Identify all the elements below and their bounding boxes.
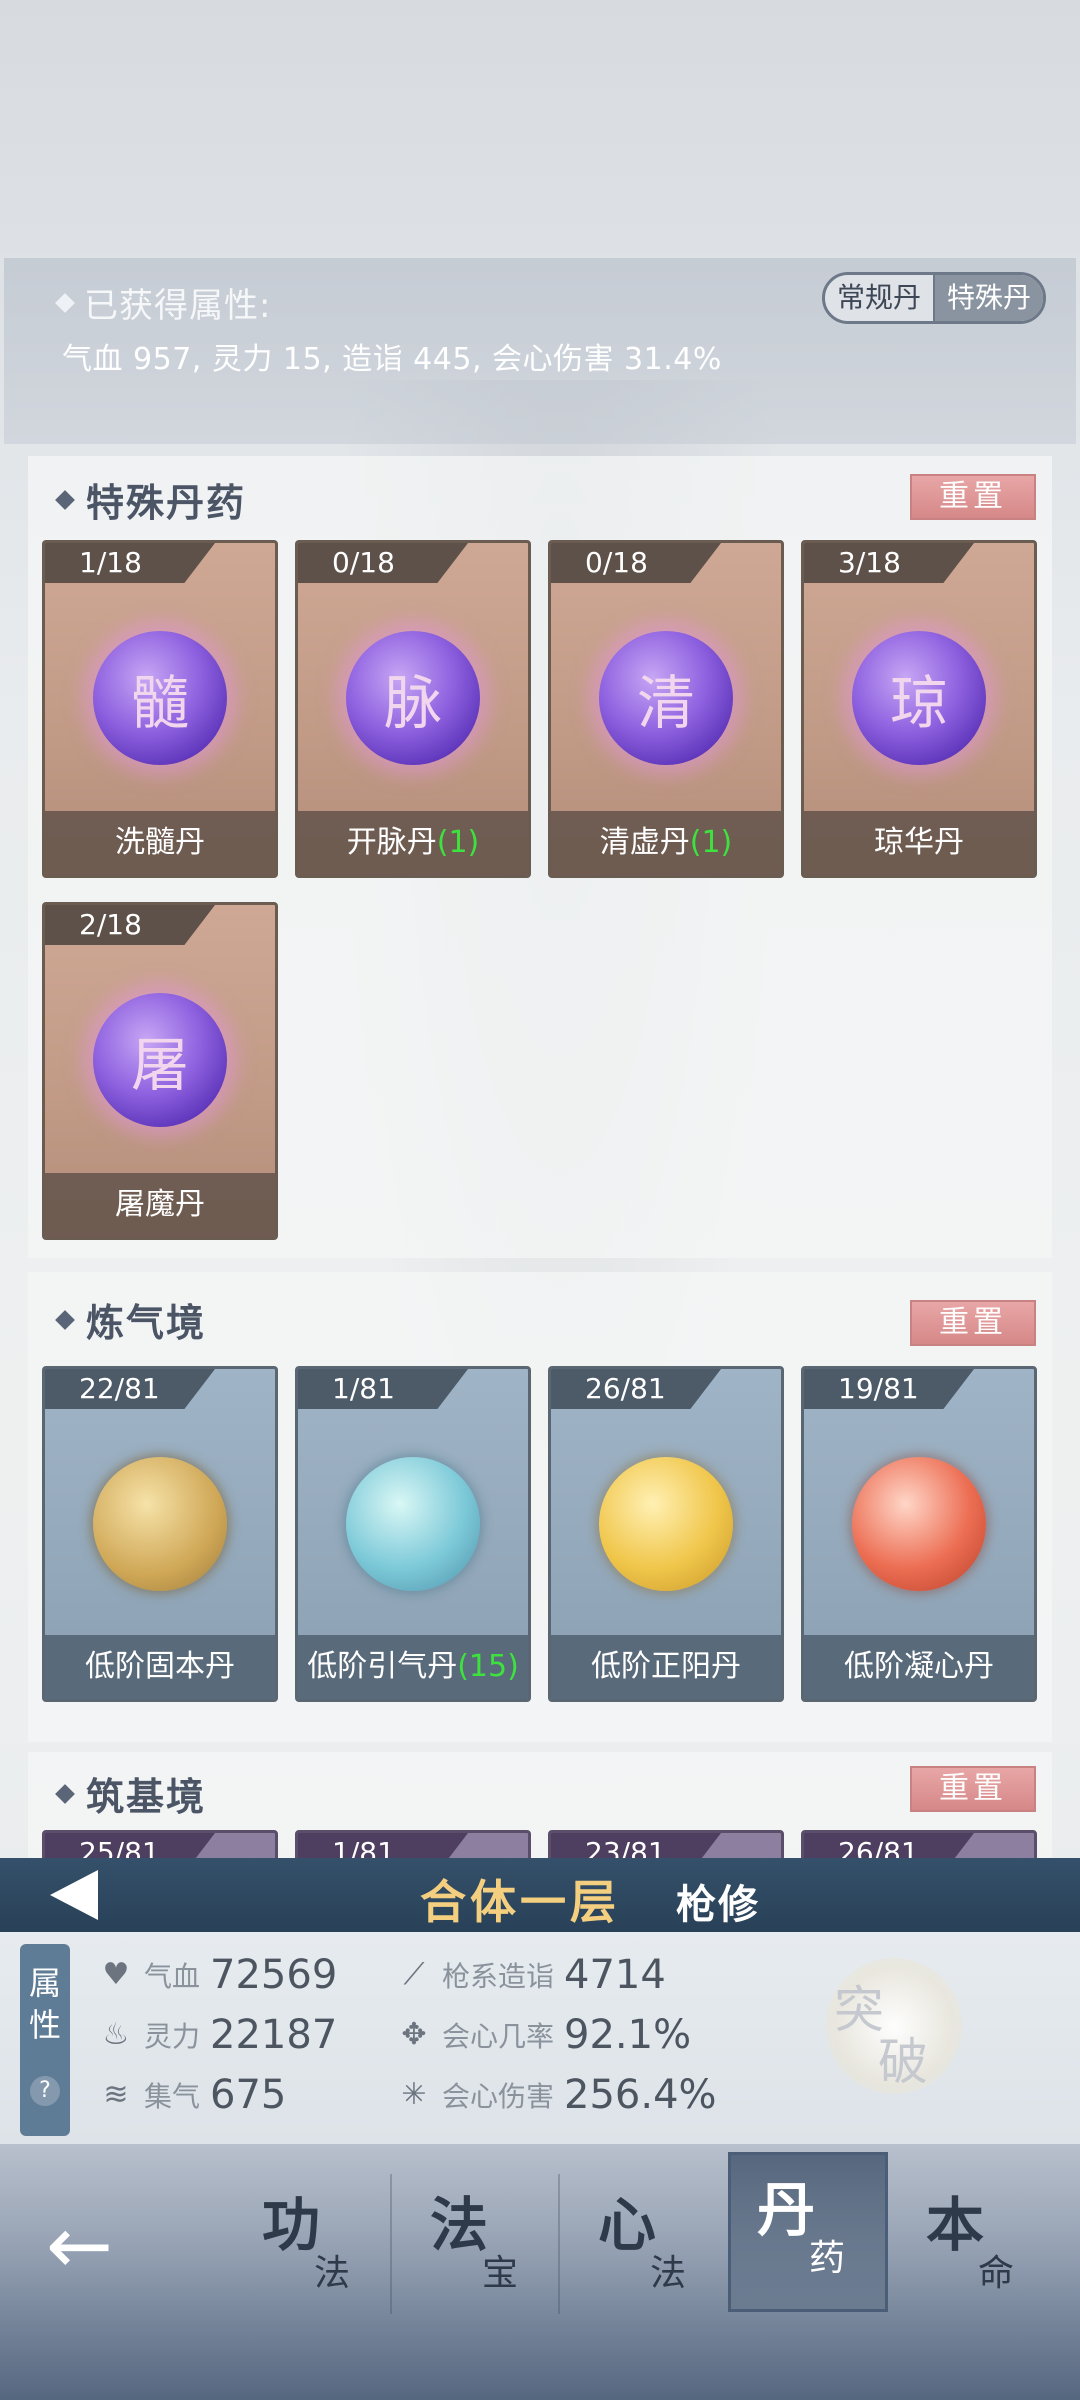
pill-count: 1/81 bbox=[298, 1369, 468, 1409]
reset-button[interactable]: 重置 bbox=[910, 474, 1036, 520]
pill-count: 19/81 bbox=[804, 1369, 974, 1409]
reset-button[interactable]: 重置 bbox=[910, 1300, 1036, 1346]
pill-count: 26/81 bbox=[551, 1369, 721, 1409]
stat-hp: ♥ 气血 72569 bbox=[98, 1952, 338, 1998]
diamond-icon bbox=[55, 489, 75, 510]
qi-refining-section: 炼气境 重置 22/81 低阶固本丹 1/81 低阶引气丹(15) 26/81 … bbox=[28, 1272, 1052, 1742]
obtained-attributes-text: 气血 957, 灵力 15, 造诣 445, 会心伤害 31.4% bbox=[62, 342, 722, 377]
nav-separator bbox=[558, 2174, 560, 2314]
special-pills-section: 特殊丹药 重置 1/18 髓 洗髓丹 0/18 脉 开脉丹(1) 0/18 清 … bbox=[28, 456, 1052, 1258]
obtained-attributes-panel: 已获得属性: 气血 957, 灵力 15, 造诣 445, 会心伤害 31.4%… bbox=[4, 258, 1076, 444]
pill-name: 低阶引气丹(15) bbox=[298, 1635, 528, 1699]
pill-card[interactable]: 26/81 低阶正阳丹 bbox=[548, 1366, 784, 1702]
pill-name: 洗髓丹 bbox=[45, 811, 275, 875]
swirl-icon: ≋ bbox=[103, 2077, 129, 2112]
pill-orb-icon: 脉 bbox=[346, 631, 480, 765]
stat-crit-rate: ✥ 会心几率 92.1% bbox=[396, 2012, 691, 2058]
obtained-label: 已获得属性: bbox=[84, 286, 272, 326]
pill-orb-icon bbox=[852, 1457, 986, 1591]
foundation-section: 筑基境 重置 25/81 1/81 23/81 26/81 bbox=[28, 1752, 1052, 1858]
pill-card[interactable]: 3/18 琼 琼华丹 bbox=[801, 540, 1037, 878]
diamond-icon bbox=[55, 1309, 75, 1330]
pill-orb-icon: 清 bbox=[599, 631, 733, 765]
pill-orb-icon bbox=[93, 1457, 227, 1591]
pill-card[interactable]: 0/18 清 清虚丹(1) bbox=[548, 540, 784, 878]
nav-tab-treasures[interactable]: 法 宝 bbox=[404, 2170, 564, 2330]
back-arrow-icon[interactable]: ← bbox=[46, 2206, 113, 2286]
pill-count: 26/81 bbox=[804, 1833, 974, 1858]
pill-card[interactable]: 1/81 bbox=[295, 1830, 531, 1858]
toggle-special-pill[interactable]: 特殊丹 bbox=[932, 275, 1043, 321]
help-icon[interactable]: ? bbox=[30, 2076, 60, 2106]
pill-name: 琼华丹 bbox=[804, 811, 1034, 875]
reset-button[interactable]: 重置 bbox=[910, 1766, 1036, 1812]
diamond-icon bbox=[55, 292, 75, 313]
pill-name: 清虚丹(1) bbox=[551, 811, 781, 875]
pill-card[interactable]: 1/81 低阶引气丹(15) bbox=[295, 1366, 531, 1702]
nav-tab-destiny[interactable]: 本 命 bbox=[900, 2170, 1060, 2330]
pill-orb-icon: 髓 bbox=[93, 631, 227, 765]
crit-rate-icon: ✥ bbox=[401, 2017, 427, 2052]
realm-subtitle: 枪修 bbox=[676, 1882, 760, 1928]
pill-orb-icon: 琼 bbox=[852, 631, 986, 765]
pill-name: 低阶凝心丹 bbox=[804, 1635, 1034, 1699]
pill-card[interactable]: 19/81 低阶凝心丹 bbox=[801, 1366, 1037, 1702]
pill-card[interactable]: 25/81 bbox=[42, 1830, 278, 1858]
obtained-attributes-heading: 已获得属性: bbox=[55, 278, 272, 327]
pill-count: 25/81 bbox=[45, 1833, 215, 1858]
burst-icon: ✳ bbox=[401, 2077, 427, 2112]
section-title: 筑基境 bbox=[55, 1766, 206, 1821]
diamond-icon bbox=[55, 1783, 75, 1804]
nav-tab-skills[interactable]: 功 法 bbox=[236, 2170, 396, 2330]
breakthrough-button[interactable]: 突 破 bbox=[826, 1958, 962, 2094]
spear-icon: ⟋ bbox=[403, 1957, 425, 1992]
pill-name: 开脉丹(1) bbox=[298, 811, 528, 875]
pill-type-toggle: 常规丹 特殊丹 bbox=[821, 272, 1046, 324]
pill-name: 低阶固本丹 bbox=[45, 1635, 275, 1699]
pill-card[interactable]: 0/18 脉 开脉丹(1) bbox=[295, 540, 531, 878]
realm-title: 合体一层 bbox=[420, 1875, 620, 1929]
pill-name: 低阶正阳丹 bbox=[551, 1635, 781, 1699]
realm-bar: 合体一层 枪修 bbox=[0, 1858, 1080, 1932]
toggle-regular-pill[interactable]: 常规丹 bbox=[825, 275, 933, 321]
pill-card[interactable]: 22/81 低阶固本丹 bbox=[42, 1366, 278, 1702]
stat-spear-mastery: ⟋ 枪系造诣 4714 bbox=[396, 1952, 666, 1998]
pill-count: 3/18 bbox=[804, 543, 974, 583]
nav-tab-mind[interactable]: 心 法 bbox=[572, 2170, 732, 2330]
pill-count: 1/18 bbox=[45, 543, 215, 583]
section-title: 特殊丹药 bbox=[55, 472, 246, 527]
pill-card[interactable]: 26/81 bbox=[801, 1830, 1037, 1858]
pill-card[interactable]: 23/81 bbox=[548, 1830, 784, 1858]
stat-qi: ≋ 集气 675 bbox=[98, 2072, 286, 2118]
pill-orb-icon: 屠 bbox=[93, 993, 227, 1127]
heart-icon: ♥ bbox=[102, 1957, 130, 1992]
attributes-tab[interactable]: 属 性 ? bbox=[20, 1944, 70, 2136]
back-triangle-icon[interactable] bbox=[50, 1870, 98, 1920]
pill-count: 2/18 bbox=[45, 905, 215, 945]
stat-mana: ♨ 灵力 22187 bbox=[98, 2012, 338, 2058]
pill-orb-icon bbox=[346, 1457, 480, 1591]
pill-card[interactable]: 1/18 髓 洗髓丹 bbox=[42, 540, 278, 878]
pill-name: 屠魔丹 bbox=[45, 1173, 275, 1237]
stat-crit-damage: ✳ 会心伤害 256.4% bbox=[396, 2072, 716, 2118]
pill-count: 23/81 bbox=[551, 1833, 721, 1858]
flame-icon: ♨ bbox=[102, 2017, 130, 2052]
pill-count: 0/18 bbox=[551, 543, 721, 583]
pill-orb-icon bbox=[599, 1457, 733, 1591]
nav-tab-pills[interactable]: 丹 药 bbox=[728, 2152, 888, 2312]
pill-count: 0/18 bbox=[298, 543, 468, 583]
pill-count: 1/81 bbox=[298, 1833, 468, 1858]
section-title: 炼气境 bbox=[55, 1292, 206, 1347]
pill-count: 22/81 bbox=[45, 1369, 215, 1409]
pill-card[interactable]: 2/18 屠 屠魔丹 bbox=[42, 902, 278, 1240]
bottom-nav: ← 功 法 法 宝 心 法 丹 药 本 命 bbox=[0, 2144, 1080, 2400]
nav-separator bbox=[390, 2174, 392, 2314]
